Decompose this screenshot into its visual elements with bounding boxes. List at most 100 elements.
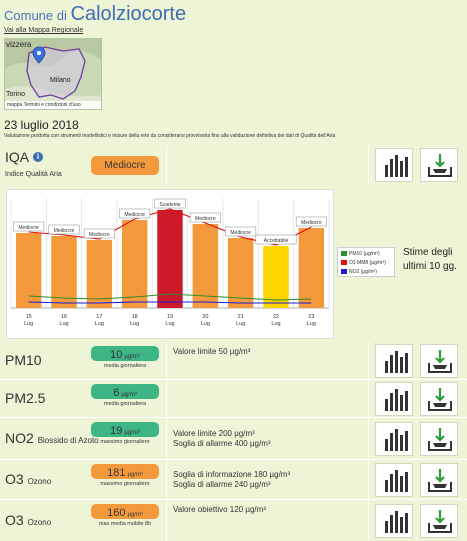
iqa-row: IQA i Indice Qualità Aria Mediocre (0, 145, 467, 185)
location-map[interactable]: vizzera Milano Torino mappa Termini e co… (4, 38, 102, 110)
validation-note: Valutazione prodotta con strumenti model… (4, 133, 336, 139)
bar-chart-icon (385, 155, 408, 177)
download-tray-icon (428, 154, 452, 177)
chart-bar (263, 246, 289, 308)
x-tick-label: 15 (26, 314, 32, 320)
x-tick-label: Lug (201, 321, 210, 327)
x-tick-label: Lug (24, 321, 33, 327)
pollutant-unit: µg/m³ (124, 430, 140, 436)
download-tray-icon (428, 388, 452, 411)
iqa-title: IQA (5, 149, 30, 165)
download-button[interactable] (420, 344, 458, 378)
x-tick-label: 21 (238, 314, 244, 320)
bar-chart-icon (385, 351, 408, 373)
chart-button[interactable] (375, 504, 413, 538)
pollutant-name: O3 Ozono (5, 471, 52, 487)
divider (166, 342, 167, 379)
x-tick-label: 18 (132, 314, 138, 320)
regional-map-link[interactable]: Vai alla Mappa Regionale (4, 27, 83, 34)
pollutant-value: 19 (110, 425, 123, 437)
info-icon[interactable]: i (33, 152, 43, 162)
map-label-torino: Torino (6, 91, 26, 98)
x-tick-label: Lug (236, 321, 245, 327)
pollutant-suffix: Ozono (27, 477, 52, 486)
divider (166, 418, 167, 459)
download-button[interactable] (420, 422, 458, 456)
download-tray-icon (428, 469, 452, 492)
divider (166, 145, 167, 185)
chart-button[interactable] (375, 148, 413, 182)
x-tick-label: Lug (271, 321, 280, 327)
limit-text: Soglia di informazione 180 µg/m³ (173, 470, 291, 479)
divider (368, 500, 369, 541)
value-caption: media giornaliera (103, 363, 147, 369)
chart-button[interactable] (375, 422, 413, 456)
data-label: Mediocre (124, 212, 145, 218)
data-label: Scadente (159, 202, 180, 208)
comune-title: Comune di Calolziocorte (4, 3, 186, 26)
pollutant-unit: µg/m³ (121, 392, 137, 398)
divider (368, 418, 369, 459)
bar-chart-icon (385, 511, 408, 533)
value-caption: massimo giornaliero (100, 439, 150, 445)
estimates-label: Stime degli ultimi 10 gg. (403, 246, 457, 274)
limit-values: Valore limite 200 µg/m³ Soglia di allarme… (173, 429, 271, 449)
map-graphic (5, 39, 101, 109)
chart-bar (157, 210, 183, 308)
download-button[interactable] (420, 504, 458, 538)
value-caption: massimo giornaliero (100, 481, 150, 487)
pollutant-row: NO2 Biossido di Azoto 19 µg/m³ massimo gior… (0, 418, 467, 459)
data-label: Mediocre (89, 232, 110, 238)
legend-item-o3: O3 MM8 (µg/m³) (341, 260, 386, 266)
download-button[interactable] (420, 148, 458, 182)
legend-swatch (341, 269, 347, 275)
value-caption: max media mobile 8h (98, 521, 152, 527)
legend-swatch (341, 260, 347, 266)
divider (368, 145, 369, 185)
comune-prefix: Comune di (4, 8, 67, 23)
iqa-badge: Mediocre (91, 156, 159, 175)
download-button[interactable] (420, 463, 458, 497)
pollutant-unit: µg/m³ (127, 512, 143, 518)
chart-button[interactable] (375, 463, 413, 497)
pollutant-unit: µg/m³ (127, 472, 143, 478)
divider (368, 342, 369, 379)
map-label-top: vizzera (6, 40, 32, 49)
value-caption: media giornaliera (103, 401, 147, 407)
map-footer[interactable]: mappa Termini e condizioni d'uso (5, 101, 101, 109)
download-button[interactable] (420, 382, 458, 416)
data-label: Mediocre (54, 228, 75, 234)
pollutant-name: NO2 Biossido di Azoto (5, 430, 99, 446)
pollutant-value: 6 (113, 387, 120, 399)
limit-text: Valore limite 50 µg/m³ (173, 347, 251, 356)
city-name: Calolziocorte (70, 3, 187, 25)
chart-bar (121, 220, 148, 308)
limit-values: Valore limite 50 µg/m³ (173, 347, 250, 357)
pollutant-value-badge: 6 µg/m³ (91, 384, 159, 399)
limit-text: Valore obiettivo 120 µg/m³ (173, 505, 266, 514)
pollutant-suffix: Ozono (27, 518, 52, 527)
x-tick-label: 20 (202, 314, 208, 320)
download-tray-icon (428, 428, 452, 451)
divider (368, 460, 369, 499)
divider (166, 460, 167, 499)
x-tick-label: 23 (308, 314, 314, 320)
limit-values: Soglia di informazione 180 µg/m³ Soglia d… (173, 470, 290, 490)
iqa-chart: Mediocre Mediocre Mediocre Mediocre Scadente… (6, 189, 334, 339)
pollutant-value-badge: 160 µg/m³ (91, 504, 159, 519)
chart-button[interactable] (375, 382, 413, 416)
pollutant-unit: µg/m³ (124, 354, 140, 360)
header: Comune di Calolziocorte Vai alla Mappa R… (0, 0, 467, 145)
chart-button[interactable] (375, 344, 413, 378)
download-tray-icon (428, 350, 452, 373)
pollutant-name: PM2.5 (5, 390, 46, 406)
pollutant-row: PM2.5 6 µg/m³ media giornaliera (0, 380, 467, 417)
data-label: Mediocre (230, 230, 251, 236)
map-label-milano: Milano (50, 77, 71, 84)
iqa-subtitle: Indice Qualità Aria (5, 171, 62, 178)
download-tray-icon (428, 510, 452, 533)
pollutant-value: 10 (110, 349, 123, 361)
pollutant-suffix: Biossido di Azoto (37, 436, 99, 445)
legend-item-no2: NO2 (µg/m³) (341, 269, 377, 275)
estimates-line2: ultimi 10 gg. (403, 261, 457, 272)
